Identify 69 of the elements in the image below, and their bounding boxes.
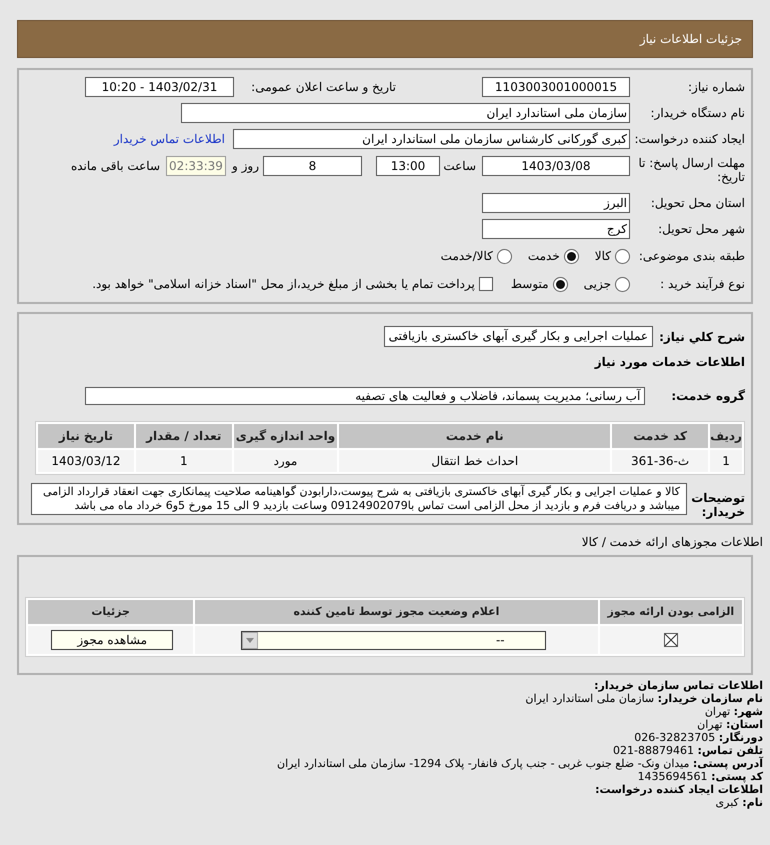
crossed-checkbox[interactable] — [664, 633, 678, 647]
page-title: جزئیات اطلاعات نیاز — [640, 31, 742, 48]
contact-line: آدرس پستی: میدان ونک- ضلع جنوب غربی - جنب پارک فانفار- پلاک 1294- سازمان ملی استاندارد ایران — [276, 757, 763, 770]
column-header: تعداد / مقدار — [136, 424, 232, 448]
view-license-button[interactable]: مشاهده مجوز — [51, 630, 174, 650]
radio-label: کالا — [594, 248, 611, 265]
time-label: ساعت — [442, 158, 476, 175]
buyer-org-field: سازمان ملی استاندارد ایران — [181, 103, 630, 123]
column-header: واحد اندازه گیری — [234, 424, 338, 448]
table-cell: 1403/03/12 — [38, 450, 134, 472]
field-label: گروه خدمت: — [671, 388, 745, 405]
radio-label: خدمت — [528, 248, 560, 265]
field-label: تاریخ و ساعت اعلان عمومی: — [250, 79, 396, 96]
table-cell: احداث خط انتقال — [339, 450, 610, 472]
column-header: تاریخ نیاز — [38, 424, 134, 448]
contact-line: نام سازمان خریدار: سازمان ملی استاندارد ایران — [524, 692, 763, 705]
contact-line: استان: تهران — [696, 718, 763, 731]
contact-line: نام: کبری — [714, 796, 763, 809]
table-cell: 1 — [710, 450, 742, 472]
field-label: طبقه بندی موضوعی: — [638, 248, 745, 265]
days-label: روز و — [232, 158, 259, 175]
radio-label: کالا/خدمت — [440, 248, 493, 265]
radio-button[interactable] — [615, 276, 630, 292]
column-header: اعلام وضعیت مجوز توسط تامین کننده — [195, 600, 598, 624]
contact-line: شهر: تهران — [704, 705, 763, 718]
radio-label: متوسط — [510, 276, 549, 293]
remaining-label: ساعت باقی مانده — [70, 158, 160, 175]
contact-heading: اطلاعات تماس سازمان خریدار: — [593, 679, 763, 692]
city-field: کرج — [482, 219, 630, 239]
remaining-time-field: 02:33:39 — [166, 156, 226, 176]
field-label: شماره نیاز: — [687, 79, 745, 96]
section-heading: اطلاعات مجوزهای ارائه خدمت / کالا — [580, 534, 763, 551]
column-header: کد خدمت — [612, 424, 708, 448]
requester-field: کبری گورکانی کارشناس سازمان ملی استاندارد ایران — [233, 129, 630, 149]
radio-button[interactable] — [615, 248, 630, 264]
column-header: ردیف — [710, 424, 742, 448]
table-cell: ث-36-361 — [612, 450, 708, 472]
announce-date-field: 1403/02/31 - 10:20 — [85, 77, 234, 97]
radio-button[interactable] — [496, 248, 512, 264]
treasury-label: پرداخت تمام یا بخشی از مبلغ خرید،از محل "اسناد خزانه اسلامی" خواهد بود. — [92, 276, 475, 293]
column-header: نام خدمت — [339, 424, 610, 448]
field-label: نوع فرآیند خرید : — [659, 276, 745, 293]
radio-button[interactable] — [552, 276, 568, 292]
buyer-notes-field: کالا و عملیات اجرایی و بکار گیری آبهای خاکستری بازیافتی به شرح پیوست،دارابودن گواهینامه صلاحیت پیمانکاری جهت انعقاد قرارداد الزامی میباشد و دریافت فرم و بازدید از محل الزامی است تماس با09124902079 وساعت بازدید 9 الی 15 مورخ 5و6 خرداد ماه می باشد — [31, 483, 687, 515]
field-label: شرح کلي نياز: — [659, 328, 745, 346]
table-cell: 1 — [136, 450, 232, 472]
province-field: البرز — [482, 193, 630, 213]
section-heading: اطلاعات خدمات مورد نیاز — [593, 354, 745, 371]
field-label: توضیحات خریدار: — [691, 491, 745, 519]
column-header: الزامی بودن ارائه مجوز — [600, 600, 742, 624]
field-label: نام دستگاه خریدار: — [650, 105, 745, 122]
need-number-field: 1103003001000015 — [482, 77, 630, 97]
radio-button[interactable] — [564, 248, 579, 264]
field-label: استان محل تحویل: — [650, 195, 745, 212]
days-field: 8 — [263, 156, 362, 176]
column-header: جزئیات — [28, 600, 194, 624]
deadline-date-field: 1403/03/08 — [482, 156, 630, 176]
deadline-time-field: 13:00 — [376, 156, 440, 176]
requester-heading: اطلاعات ایجاد کننده درخواست: — [594, 783, 763, 796]
field-label: مهلت ارسال پاسخ: تا تاریخ: — [637, 156, 745, 184]
treasury-checkbox[interactable] — [478, 277, 493, 291]
field-label: شهر محل تحویل: — [657, 221, 745, 238]
field-label: ایجاد کننده درخواست: — [633, 131, 745, 148]
table-cell: مورد — [234, 450, 338, 472]
status-dropdown[interactable]: -- — [240, 630, 546, 650]
service-group-field: آب رسانی؛ مدیریت پسماند، فاضلاب و فعالیت های تصفیه — [85, 387, 646, 405]
radio-label: جزیی — [584, 276, 611, 293]
summary-field: عملیات اجرایی و بکار گیری آبهای خاکستری بازیافتی — [384, 326, 654, 347]
buyer-contact-link[interactable]: اطلاعات تماس خریدار — [114, 130, 225, 148]
